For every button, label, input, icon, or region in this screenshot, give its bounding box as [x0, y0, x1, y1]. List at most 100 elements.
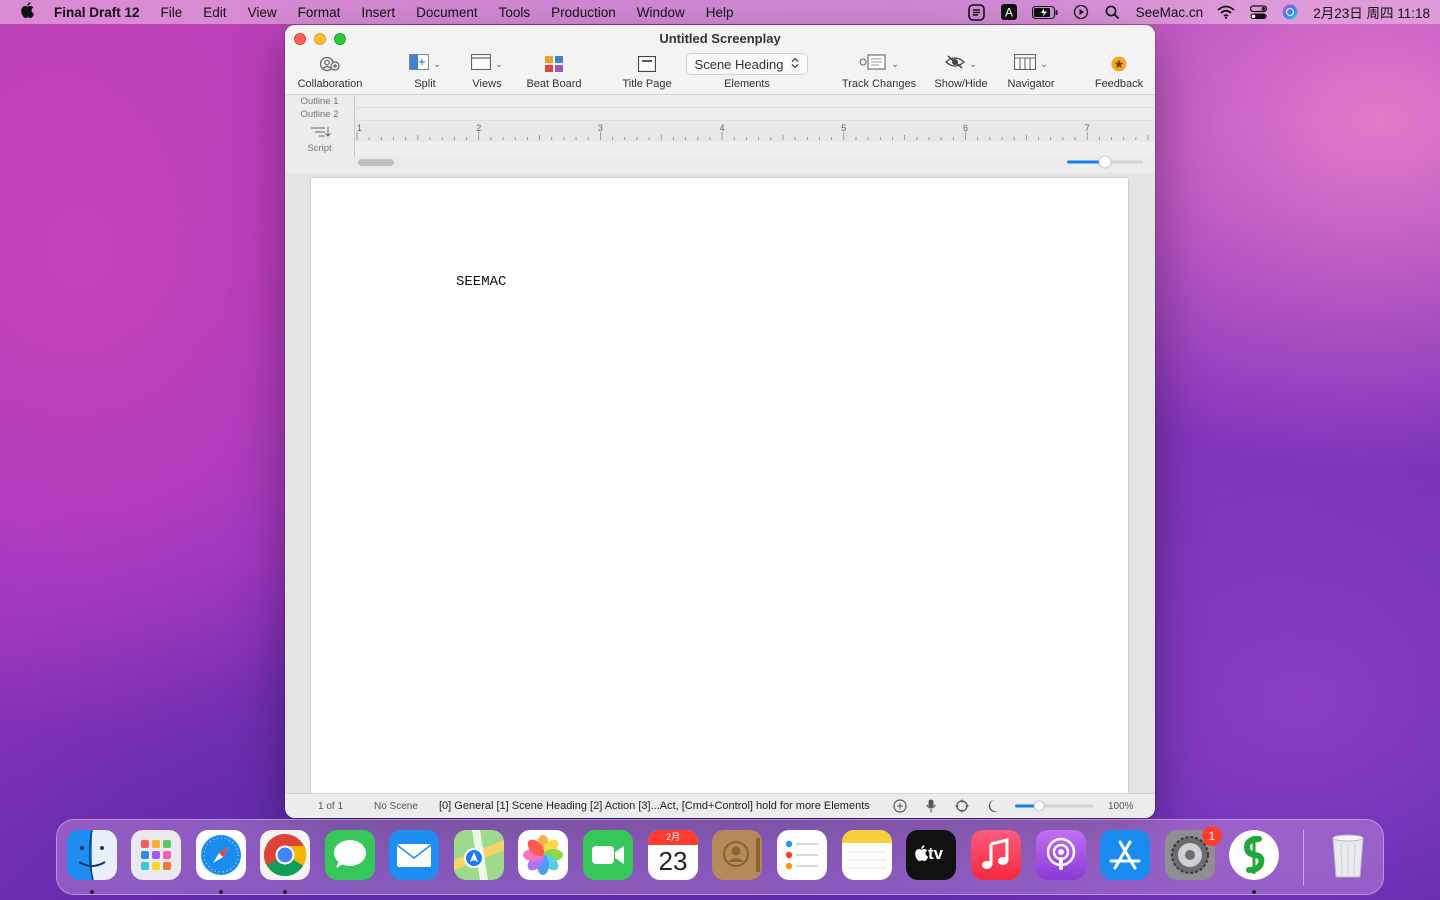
trash-icon[interactable]: [1323, 830, 1373, 880]
mail-icon[interactable]: [389, 830, 439, 880]
menu-document[interactable]: Document: [406, 5, 489, 20]
views-icon: [471, 53, 492, 75]
safari-running-indicator: [219, 890, 223, 894]
safari-icon[interactable]: [196, 830, 246, 880]
menu-production[interactable]: Production: [541, 5, 627, 20]
outline-collapse-icon[interactable]: [285, 121, 354, 142]
microphone-icon[interactable]: [923, 798, 939, 814]
track-changes-button[interactable]: ⌄ Track Changes: [837, 51, 921, 90]
speech-icon[interactable]: [892, 798, 908, 814]
menu-window[interactable]: Window: [626, 5, 695, 20]
search-icon[interactable]: [1104, 3, 1122, 21]
chrome-icon[interactable]: [260, 830, 310, 880]
menu-help[interactable]: Help: [695, 5, 744, 20]
split-icon: [409, 53, 430, 75]
ruler-number: 3: [598, 123, 603, 133]
control-center-icon[interactable]: [1249, 3, 1267, 21]
photos-icon[interactable]: [518, 830, 568, 880]
split-label: Split: [414, 78, 436, 90]
script-row[interactable]: [355, 142, 1155, 155]
navigator-button[interactable]: ⌄ Navigator: [1003, 51, 1059, 90]
facetime-icon[interactable]: [583, 830, 633, 880]
beat-board-button[interactable]: Beat Board: [523, 51, 585, 90]
navigator-icon: [1014, 53, 1037, 75]
notes-icon[interactable]: [842, 830, 892, 880]
zoom-percentage[interactable]: 100%: [1108, 801, 1134, 812]
ruler-number: 7: [1085, 123, 1090, 133]
messages-icon[interactable]: [325, 830, 375, 880]
ruler[interactable]: 1 2 3 4 5 6 7: [355, 122, 1155, 142]
outline-2-row[interactable]: [355, 108, 1155, 121]
contacts-icon[interactable]: [712, 830, 762, 880]
split-button[interactable]: ⌄ Split: [403, 51, 447, 90]
calendar-day: 23: [658, 846, 688, 876]
outline-1-row[interactable]: [355, 95, 1155, 108]
notification-badge: 1: [1202, 826, 1222, 846]
svg-text:A: A: [1005, 6, 1013, 20]
script-page[interactable]: SEEMAC: [311, 178, 1128, 798]
menu-edit[interactable]: Edit: [193, 5, 237, 20]
final-draft-icon[interactable]: [1229, 830, 1279, 880]
document-area: SEEMAC: [285, 173, 1155, 798]
ruler-number: 2: [476, 123, 481, 133]
siri-icon[interactable]: [1281, 3, 1299, 21]
calendar-icon[interactable]: 2月 23: [648, 830, 698, 880]
app-store-icon[interactable]: [1100, 830, 1150, 880]
views-button[interactable]: ⌄ Views: [467, 51, 507, 90]
grammarly-icon[interactable]: [968, 3, 986, 21]
page-count: 1 of 1: [318, 801, 344, 812]
battery-icon[interactable]: [1031, 3, 1058, 21]
outline-1-label: Outline 1: [300, 96, 339, 107]
finder-running-indicator: [90, 890, 94, 894]
chrome-running-indicator: [283, 890, 287, 894]
navigator-label: Navigator: [1007, 78, 1055, 90]
chevron-down-icon: ⌄: [1040, 58, 1048, 69]
feedback-button[interactable]: Feedback: [1089, 51, 1149, 90]
page-zoom-slider[interactable]: [1013, 800, 1095, 812]
play-icon[interactable]: [1072, 3, 1090, 21]
outline-zoom-slider[interactable]: [1065, 155, 1145, 169]
title-page-button[interactable]: Title Page: [619, 51, 675, 90]
launchpad-icon[interactable]: [131, 830, 181, 880]
chevron-down-icon: ⌄: [433, 58, 441, 69]
chevron-down-icon: ⌄: [495, 58, 503, 69]
input-method-icon[interactable]: A: [1000, 3, 1018, 21]
tv-icon[interactable]: tv: [906, 830, 956, 880]
scene-heading-text[interactable]: SEEMAC: [456, 274, 506, 290]
music-icon[interactable]: [971, 830, 1021, 880]
horizontal-scrollbar[interactable]: [355, 157, 1055, 169]
podcasts-icon[interactable]: [1036, 830, 1086, 880]
menu-format[interactable]: Format: [287, 5, 351, 20]
outline-2-label: Outline 2: [300, 109, 339, 120]
element-select-value: Scene Heading: [694, 56, 784, 72]
target-icon[interactable]: [954, 798, 970, 814]
menu-view[interactable]: View: [237, 5, 287, 20]
menubar-site-label[interactable]: SeeMac.cn: [1136, 5, 1204, 20]
collaboration-button[interactable]: Collaboration: [295, 51, 365, 90]
wifi-icon[interactable]: [1217, 3, 1235, 21]
collaboration-label: Collaboration: [297, 78, 363, 90]
ruler-number: 1: [357, 123, 362, 133]
maps-icon[interactable]: [454, 830, 504, 880]
dock-separator: [1303, 830, 1304, 886]
elements-control: Scene Heading Elements: [685, 51, 809, 90]
menu-tools[interactable]: Tools: [488, 5, 541, 20]
menu-file[interactable]: File: [150, 5, 193, 20]
menu-insert[interactable]: Insert: [351, 5, 406, 20]
scrollbar-thumb[interactable]: [358, 159, 394, 166]
menu-app-name[interactable]: Final Draft 12: [54, 5, 150, 20]
show-hide-label: Show/Hide: [934, 78, 988, 90]
finder-icon[interactable]: [67, 830, 117, 880]
element-select[interactable]: Scene Heading: [685, 53, 809, 75]
night-mode-icon[interactable]: [985, 798, 1001, 814]
updown-chevron-icon: [791, 57, 799, 72]
scene-indicator[interactable]: No Scene: [374, 801, 418, 812]
reminders-icon[interactable]: [777, 830, 827, 880]
menubar-clock[interactable]: 2月23日 周四 11:18: [1313, 2, 1430, 22]
script-label: Script: [307, 143, 332, 154]
apple-menu-icon[interactable]: [0, 2, 54, 22]
outline-panel: Outline 1 Outline 2 Script 1 2 3 4 5 6 7: [285, 95, 1155, 157]
feedback-icon: [1111, 51, 1127, 77]
show-hide-button[interactable]: ⌄ Show/Hide: [931, 51, 991, 90]
window-titlebar: Untitled Screenplay Collaboration ⌄ Spli…: [285, 25, 1155, 95]
